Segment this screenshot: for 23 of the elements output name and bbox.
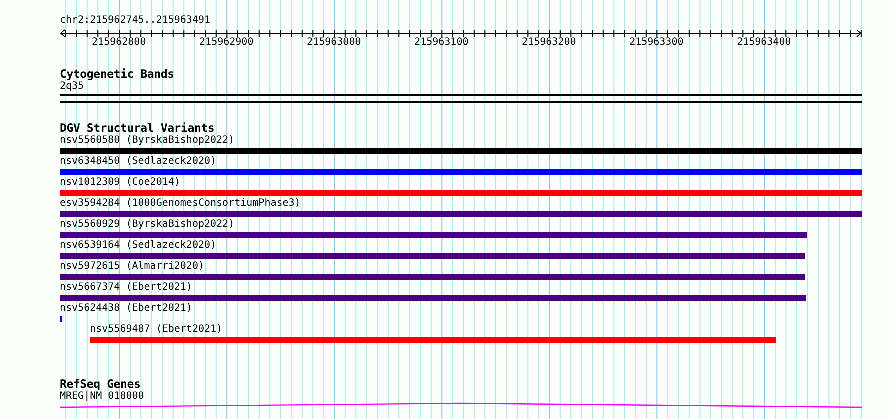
location-label: chr2:215962745..215963491 — [60, 15, 212, 27]
tick-label: 215962900 — [200, 37, 254, 48]
variant-label: nsv5569487 (Ebert2021) — [90, 324, 223, 335]
tick-label: 215963400 — [737, 37, 792, 48]
variant-label: nsv6348450 (Sedlazeck2020) — [60, 156, 217, 167]
variant-label: nsv5624438 (Ebert2021) — [60, 303, 192, 314]
variant-label: nsv6539164 (Sedlazeck2020) — [60, 240, 217, 251]
tick-label: 215962800 — [92, 37, 146, 48]
variant-label: esv3594284 (1000GenomesConsortiumPhase3) — [60, 198, 301, 209]
track-title: DGV Structural Variants — [60, 122, 216, 135]
band-label: 2q35 — [60, 81, 84, 92]
variant-label: nsv5560580 (ByrskaBishop2022) — [60, 135, 235, 146]
track-title: Cytogenetic Bands — [60, 68, 176, 81]
track-title: RefSeq Genes — [60, 378, 142, 391]
tick-label: 215963000 — [307, 37, 362, 48]
tick-label: 215963300 — [630, 37, 684, 48]
gene-label: MREG|NM_018000 — [60, 391, 144, 402]
variant-label: nsv5667374 (Ebert2021) — [60, 282, 192, 293]
variant-label: nsv5972615 (Almarri2020) — [60, 261, 204, 272]
tick-label: 215963100 — [414, 37, 469, 48]
tick-label: 215963200 — [522, 37, 576, 48]
variant-label: nsv1012309 (Coe2014) — [60, 177, 180, 188]
variant-label: nsv5560929 (ByrskaBishop2022) — [60, 219, 235, 230]
